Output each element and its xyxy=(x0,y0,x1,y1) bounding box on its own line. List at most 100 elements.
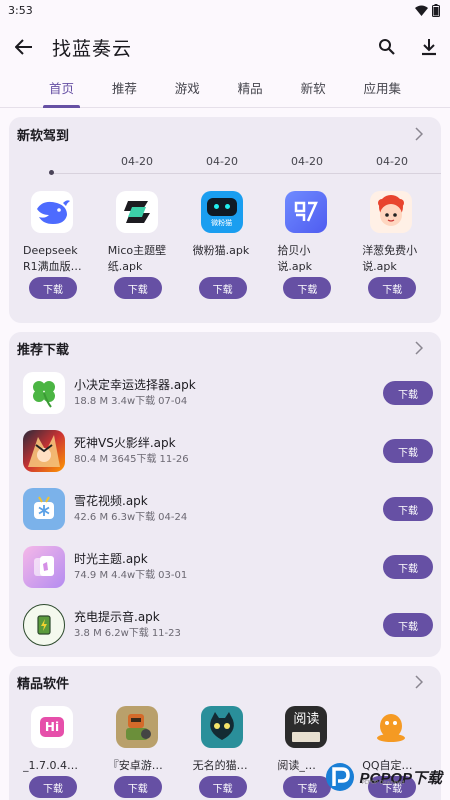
section-title: 精品软件 xyxy=(17,676,70,692)
download-button[interactable]: 下载 xyxy=(383,497,433,521)
reading-icon: 阅读 xyxy=(285,706,328,748)
icon-label: 微粉猫 xyxy=(211,219,233,227)
chevron-right-icon xyxy=(415,341,429,355)
download-button[interactable]: 下载 xyxy=(113,277,162,299)
app-size: 74.9 M xyxy=(74,569,109,581)
download-button[interactable]: 下载 xyxy=(383,555,433,579)
app-size: 80.4 M xyxy=(74,453,109,465)
app-name: 无名的猫… xyxy=(192,759,248,772)
wefun-cat-icon: 微粉猫 xyxy=(200,191,243,233)
app-size: 42.6 M xyxy=(74,511,109,523)
list-item[interactable]: 死神VS火影绊.apk 80.4 M 3645下载 11-26 下载 xyxy=(9,422,441,480)
pcpop-watermark: PCPOP下载 PCPOP Download xyxy=(323,760,442,794)
app-meta: 18.8 M 3.4w下载 07-04 xyxy=(74,394,383,410)
battery-icon xyxy=(432,3,440,17)
tab-new-software[interactable]: 新软 xyxy=(295,74,332,108)
tab-games[interactable]: 游戏 xyxy=(169,74,206,108)
app-size: 18.8 M xyxy=(74,395,109,407)
tab-recommend[interactable]: 推荐 xyxy=(106,74,143,108)
search-button[interactable] xyxy=(376,36,398,58)
chevron-right-icon xyxy=(415,675,429,689)
hi-icon: Hi xyxy=(31,706,73,748)
status-bar: 3:53 xyxy=(0,0,450,20)
app-tile[interactable]: 『安卓游… 下载 xyxy=(102,706,187,798)
app-meta: 80.4 M 3645下载 11-26 xyxy=(74,452,383,468)
list-item[interactable]: 时光主题.apk 74.9 M 4.4w下载 03-01 下载 xyxy=(9,538,441,596)
list-item[interactable]: 雪花视频.apk 42.6 M 6.3w下载 04-24 下载 xyxy=(9,480,441,538)
app-meta: 42.6 M 6.3w下载 04-24 xyxy=(74,510,383,526)
cat-face xyxy=(206,198,237,216)
chevron-right-icon xyxy=(415,127,429,141)
recommended-header[interactable]: 推荐下载 xyxy=(9,332,441,364)
app-tile[interactable]: Mico主题壁纸.apk 下载 xyxy=(102,191,187,299)
download-button[interactable]: 下载 xyxy=(383,613,433,637)
app-name: 死神VS火影绊.apk xyxy=(74,435,176,450)
tab-premium[interactable]: 精品 xyxy=(232,74,269,108)
page-title: 找蓝奏云 xyxy=(52,37,133,60)
snowflake-tv-icon xyxy=(23,488,65,530)
app-date: 07-04 xyxy=(158,395,188,407)
app-tile[interactable]: 微粉猫 微粉猫.apk 下载 xyxy=(187,191,272,299)
top-app-bar: 找蓝奏云 xyxy=(0,20,450,74)
app-name: 洋葱免费小说.apk xyxy=(362,244,418,273)
app-name: 时光主题.apk xyxy=(74,551,148,566)
release-date: 04-20 xyxy=(291,155,323,168)
download-icon xyxy=(422,39,436,56)
downloads-button[interactable] xyxy=(418,36,440,58)
download-button[interactable]: 下载 xyxy=(198,776,247,798)
app-name: 小决定幸运选择器.apk xyxy=(74,377,196,392)
download-button[interactable]: 下载 xyxy=(29,776,77,798)
tab-app-collections[interactable]: 应用集 xyxy=(357,74,407,108)
download-button[interactable]: 下载 xyxy=(383,439,433,463)
app-downloads: 3.4w下载 xyxy=(111,395,156,407)
app-date: 03-01 xyxy=(158,569,188,581)
app-tile[interactable]: Deepseek R1满血版… 下载 xyxy=(17,191,102,299)
app-downloads: 3645下载 xyxy=(111,453,157,465)
app-tile[interactable]: 拾贝小说.apk 下载 xyxy=(271,191,356,299)
robot-game-icon xyxy=(115,706,158,748)
download-button[interactable]: 下载 xyxy=(368,277,417,299)
app-tile[interactable]: Hi _1.7.0.4… 下载 xyxy=(17,706,102,798)
app-meta: 3.8 M 6.2w下载 11-23 xyxy=(74,626,383,642)
app-name: 『安卓游… xyxy=(107,759,163,772)
charging-icon xyxy=(23,604,65,646)
new-software-header[interactable]: 新软驾到 xyxy=(9,117,441,151)
app-downloads: 6.2w下载 xyxy=(104,627,149,639)
list-item[interactable]: 充电提示音.apk 3.8 M 6.2w下载 11-23 下载 xyxy=(9,596,441,654)
download-button[interactable]: 下载 xyxy=(383,381,433,405)
status-time: 3:53 xyxy=(8,3,33,17)
list-item[interactable]: 小决定幸运选择器.apk 18.8 M 3.4w下载 07-04 下载 xyxy=(9,364,441,422)
download-button[interactable]: 下载 xyxy=(198,277,247,299)
release-date: 04-20 xyxy=(121,155,153,168)
status-icons xyxy=(415,3,440,17)
app-tile[interactable]: 洋葱免费小说.apk 下载 xyxy=(356,191,441,299)
app-date: 04-24 xyxy=(158,511,188,523)
download-button[interactable]: 下载 xyxy=(283,277,332,299)
tab-bar: 首页 推荐 游戏 精品 新软 应用集 xyxy=(0,74,450,108)
app-name: _1.7.0.4… xyxy=(23,759,78,772)
qq-icon xyxy=(370,706,412,748)
premium-header[interactable]: 精品软件 xyxy=(9,666,441,698)
search-icon xyxy=(379,39,395,55)
tab-home[interactable]: 首页 xyxy=(42,74,80,108)
app-downloads: 6.3w下载 xyxy=(111,511,156,523)
arrow-left-icon xyxy=(15,39,32,55)
icon-label: 阅读 xyxy=(293,712,320,727)
release-date: 04-20 xyxy=(376,155,408,168)
recommended-card: 推荐下载 小决定幸运选择器.apk 18.8 M 3.4w下载 07-04 下载 死… xyxy=(9,332,441,657)
download-button[interactable]: 下载 xyxy=(113,776,162,798)
back-button[interactable] xyxy=(12,35,36,59)
app-date: 11-26 xyxy=(159,453,189,465)
app-tile[interactable]: 无名的猫… 下载 xyxy=(187,706,272,798)
icon-label: Hi xyxy=(39,717,65,737)
mico-icon xyxy=(115,191,158,233)
section-title: 新软驾到 xyxy=(17,128,70,144)
anime-game-icon xyxy=(23,430,65,472)
app-name: Deepseek R1满血版… xyxy=(23,244,82,273)
app-downloads: 4.4w下载 xyxy=(111,569,156,581)
download-button[interactable]: 下载 xyxy=(29,277,77,299)
app-name: Mico主题壁纸.apk xyxy=(107,244,167,273)
pcpop-logo-icon xyxy=(326,763,355,791)
new-software-apps: Deepseek R1满血版… 下载 Mico主题壁纸.apk 下载 微粉猫 微… xyxy=(9,191,441,299)
release-date: 04-20 xyxy=(206,155,238,168)
